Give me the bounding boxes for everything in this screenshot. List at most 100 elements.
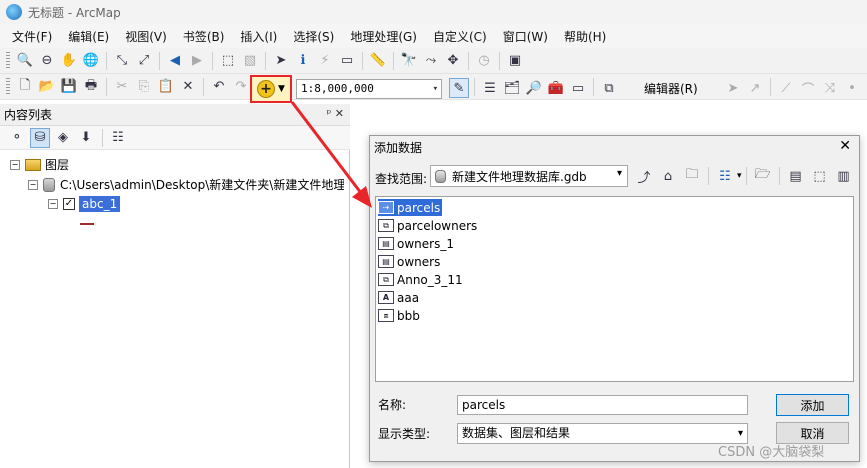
map-scale-combo[interactable]: 1:8,000,000 ▾ [296,79,442,99]
fixed-zoom-in-icon[interactable]: ⤡ [112,51,132,71]
add-button[interactable]: 添加 [776,394,849,416]
chevron-down-icon[interactable]: ▾ [433,80,438,98]
toc-layer-abc1[interactable]: − ✓ abc_1 [48,196,121,212]
open-folder-icon[interactable]: 📂 [37,77,57,97]
toolbar-grip[interactable] [6,77,10,96]
python-window-icon[interactable]: ▭ [568,78,588,98]
list-item[interactable]: ⧉ parcelowners [378,217,479,234]
zoom-in-icon[interactable]: 🔍 [15,51,35,71]
hyperlink-icon[interactable]: ⚡ [315,51,335,71]
list-item[interactable]: ▤ owners [378,253,442,270]
toc-layers-root[interactable]: − 图层 [10,156,69,173]
print-icon[interactable]: 🖶 [81,77,101,97]
time-slider-icon[interactable]: ◷ [474,51,494,71]
collapse-icon[interactable]: − [48,199,58,209]
arctoolbox-icon[interactable]: 🧰 [546,78,566,98]
close-icon[interactable]: ✕ [839,138,851,154]
pan-hand-icon[interactable]: ✋ [59,51,79,71]
menu-insert[interactable]: 插入(I) [232,28,285,45]
list-by-visibility-icon[interactable]: ◈ [53,128,73,148]
redo-icon[interactable]: ↷ [231,77,251,97]
collapse-icon[interactable]: − [10,159,20,170]
find-route-icon[interactable]: ⤳ [421,51,441,71]
toolbar-separator [102,128,103,147]
up-one-level-icon[interactable]: ⤴ [633,166,655,186]
menu-bookmarks[interactable]: 书签(B) [175,28,233,45]
list-by-drawing-order-icon[interactable]: ⚬ [7,128,27,148]
list-by-source-icon[interactable]: ⛁ [30,127,50,148]
list-item[interactable]: A aaa [378,289,421,306]
measure-icon[interactable]: 📏 [368,51,388,71]
look-in-label: 查找范围: [375,172,428,186]
paste-icon[interactable]: 📋 [156,77,176,97]
list-by-selection-icon[interactable]: ⬇ [76,128,96,148]
full-extent-globe-icon[interactable]: 🌐 [81,51,101,71]
toc-options-icon[interactable]: ☷ [108,128,128,148]
go-to-xy-icon[interactable]: ✥ [443,51,463,71]
list-item[interactable]: ⇢ parcels [376,198,444,217]
edit-tool-icon[interactable]: ➤ [723,78,743,98]
find-binoculars-icon[interactable]: 🔭 [399,51,419,71]
menu-help[interactable]: 帮助(H) [556,28,614,45]
menu-geoprocessing[interactable]: 地理处理(G) [342,28,425,45]
editor-menu[interactable]: 编辑器(R) [644,80,698,97]
point-icon[interactable]: • [842,78,862,98]
show-type-select[interactable]: 数据集、图层和结果 ▾ [457,423,748,444]
chevron-down-icon[interactable]: ▾ [617,168,622,179]
new-folder-icon[interactable]: 🗁 [752,166,774,186]
select-features-icon[interactable]: ⬚ [218,51,238,71]
menu-edit[interactable]: 编辑(E) [60,28,117,45]
list-item[interactable]: ⧉ Anno_3_11 [378,271,465,288]
edit-annotation-icon[interactable]: ↗ [745,78,765,98]
layer-visibility-checkbox[interactable]: ✓ [63,198,75,210]
layer-name-label[interactable]: abc_1 [79,196,121,212]
menu-selection[interactable]: 选择(S) [285,28,342,45]
chevron-down-icon[interactable]: ▼ [278,84,285,94]
cut-icon[interactable]: ✂ [112,77,132,97]
collapse-icon[interactable]: − [28,179,38,190]
search-window-icon[interactable]: 🔎 [524,78,544,98]
save-icon[interactable]: 💾 [59,77,79,97]
list-item[interactable]: ⧈ bbb [378,307,422,324]
toolbar-grip[interactable] [6,51,10,70]
menu-view[interactable]: 视图(V) [117,28,175,45]
catalog-window-icon[interactable]: 🗂 [502,78,522,98]
add-data-button[interactable]: + ▼ [250,75,292,103]
forward-arrow-icon[interactable]: ▶ [187,51,207,71]
view-list-icon[interactable]: ☷ [714,166,736,186]
list-item[interactable]: ▤ owners_1 [378,235,456,252]
toc-database-path[interactable]: − C:\Users\admin\Desktop\新建文件夹\新建文件地理 [28,176,344,193]
copy-icon[interactable]: ⎘ [134,77,154,97]
catalog-icon[interactable]: ▤ [785,166,807,186]
toolbox-icon[interactable]: ⬚ [809,166,831,186]
back-arrow-icon[interactable]: ◀ [165,51,185,71]
connect-folder-icon[interactable]: 🗀 [681,166,703,186]
name-input[interactable] [457,395,748,415]
clear-selection-icon[interactable]: ▧ [240,51,260,71]
look-in-combo[interactable]: 新建文件地理数据库.gdb ▾ [430,165,628,187]
zoom-out-icon[interactable]: ⊖ [37,51,57,71]
menu-windows[interactable]: 窗口(W) [495,28,556,45]
toolbar-separator [393,51,394,70]
data-view-icon[interactable]: ▥ [833,166,855,186]
endpoint-arc-icon[interactable]: ⌒ [798,78,818,98]
model-builder-icon[interactable]: ⧉ [599,78,619,98]
undo-icon[interactable]: ↶ [209,77,229,97]
fixed-zoom-out-icon[interactable]: ⤢ [134,51,154,71]
menu-file[interactable]: 文件(F) [4,28,60,45]
menu-customize[interactable]: 自定义(C) [425,28,495,45]
trace-icon[interactable]: ⤨ [820,78,840,98]
identify-icon[interactable]: ℹ [293,51,313,71]
delete-icon[interactable]: ✕ [178,77,198,97]
create-viewer-icon[interactable]: ▣ [505,51,525,71]
html-popup-icon[interactable]: ▭ [337,51,357,71]
home-icon[interactable]: ⌂ [657,166,679,186]
database-icon [43,177,55,192]
toc-pin-close-controls[interactable]: ᵖ ✕ [327,107,344,120]
straight-segment-icon[interactable]: ⟋ [776,78,796,98]
select-elements-icon[interactable]: ➤ [271,51,291,71]
chevron-down-icon[interactable]: ▾ [737,171,742,181]
toc-window-icon[interactable]: ☰ [480,78,500,98]
editor-toolbar-icon[interactable]: ✎ [449,78,469,98]
new-document-icon[interactable]: 🗋 [15,77,35,97]
